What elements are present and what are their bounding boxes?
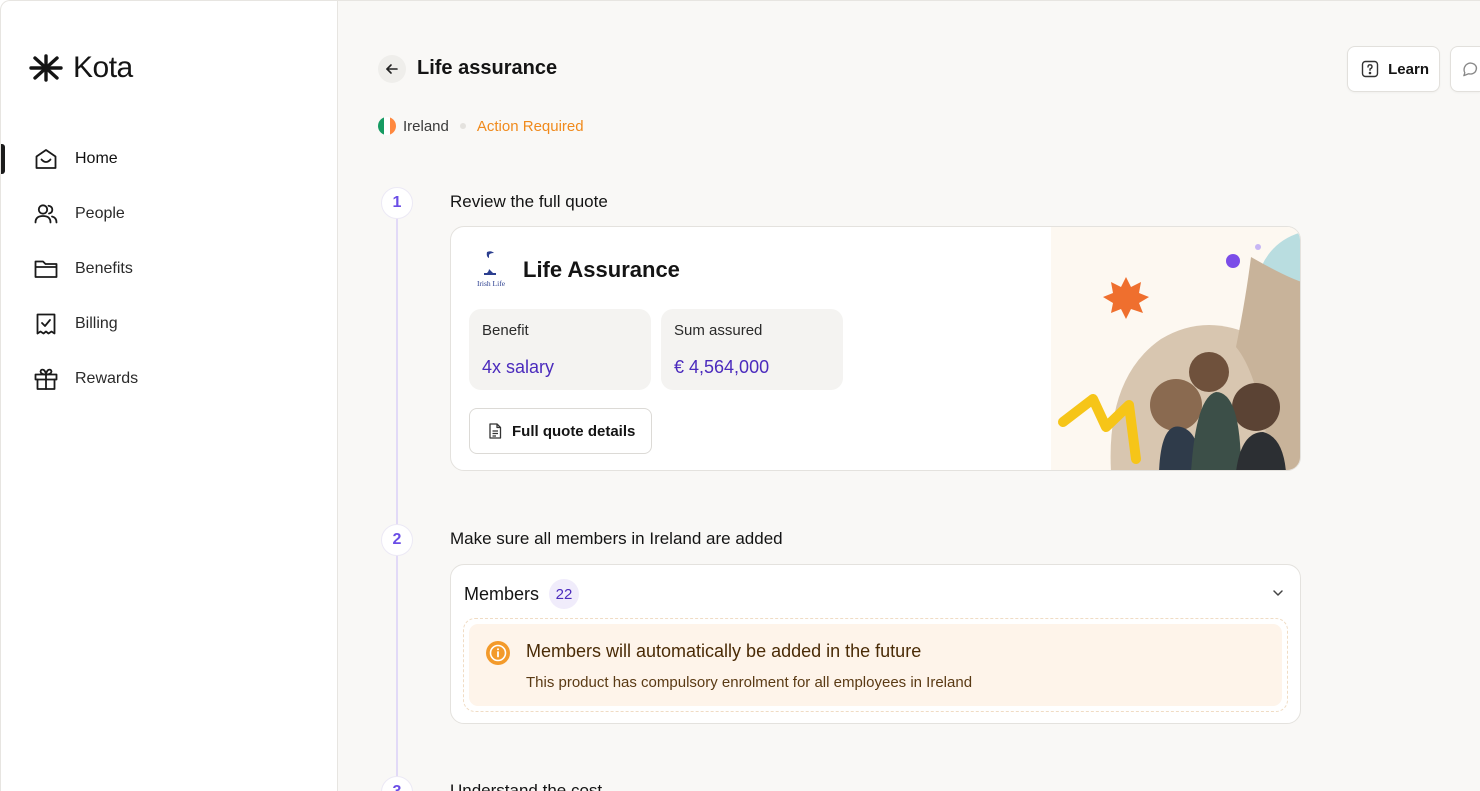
timeline-line — [396, 217, 398, 791]
step-number: 2 — [381, 524, 413, 556]
full-quote-details-label: Full quote details — [512, 422, 636, 440]
sidebar-item-rewards[interactable]: Rewards — [1, 351, 338, 406]
notice-title: Members will automatically be added in t… — [526, 641, 922, 661]
notice-body: Members will automatically be added in t… — [469, 624, 1282, 706]
app-frame: Kota Home People Benefits Billing Reward… — [0, 0, 1480, 791]
status-label: Action Required — [476, 117, 584, 135]
sidebar-item-home[interactable]: Home — [1, 131, 338, 186]
arrow-left-icon — [386, 64, 398, 74]
chat-icon — [1463, 62, 1478, 77]
sidebar-item-label: Home — [75, 149, 118, 167]
svg-text:Irish Life: Irish Life — [477, 279, 506, 288]
separator-dot — [459, 123, 466, 129]
help-icon — [1361, 60, 1379, 78]
sidebar-item-label: People — [75, 204, 125, 222]
sidebar: Kota Home People Benefits Billing Reward… — [0, 0, 338, 791]
step-number: 3 — [381, 776, 413, 791]
sidebar-item-benefits[interactable]: Benefits — [1, 241, 338, 296]
benefit-stat: Benefit 4x salary — [469, 309, 651, 390]
sidebar-nav: Home People Benefits Billing Rewards — [1, 131, 338, 406]
sum-assured-value: € 4,564,000 — [674, 357, 770, 377]
people-icon — [33, 201, 59, 227]
folder-icon — [33, 256, 59, 282]
members-count-badge: 22 — [549, 579, 580, 609]
quote-card: Irish Life Life Assurance Benefit 4x sal… — [450, 226, 1301, 471]
sidebar-item-label: Billing — [75, 314, 118, 332]
home-icon — [33, 146, 59, 172]
hikers-illustration — [1051, 227, 1300, 470]
step-number: 1 — [381, 187, 413, 219]
step-title: Review the full quote — [450, 192, 608, 211]
page-title: Life assurance — [417, 57, 558, 79]
sidebar-item-label: Benefits — [75, 259, 133, 277]
step-title: Make sure all members in Ireland are add… — [450, 529, 783, 548]
top-actions: Learn — [1347, 46, 1480, 92]
learn-button-label: Learn — [1388, 60, 1429, 78]
info-icon — [486, 641, 510, 665]
ireland-flag-icon — [378, 117, 396, 135]
chat-button[interactable] — [1450, 46, 1480, 92]
country-label: Ireland — [403, 117, 449, 135]
kota-logo[interactable]: Kota — [27, 51, 133, 85]
document-icon — [489, 423, 502, 439]
full-quote-details-button[interactable]: Full quote details — [469, 408, 653, 454]
product-meta: Ireland Action Required — [378, 117, 584, 135]
benefit-value: 4x salary — [482, 357, 555, 377]
app-name: Kota — [73, 51, 133, 84]
kota-logo-icon — [29, 54, 63, 82]
learn-button[interactable]: Learn — [1347, 46, 1440, 92]
back-button[interactable] — [378, 55, 406, 83]
sum-assured-label: Sum assured — [674, 322, 763, 339]
sum-assured-stat: Sum assured € 4,564,000 — [661, 309, 843, 390]
sidebar-item-label: Rewards — [75, 369, 139, 387]
notice-text: This product has compulsory enrolment fo… — [526, 674, 973, 691]
sidebar-item-people[interactable]: People — [1, 186, 338, 241]
chevron-down-icon[interactable] — [1270, 585, 1286, 601]
step-title: Understand the cost — [450, 781, 603, 791]
benefit-label: Benefit — [482, 322, 529, 339]
main-content: Life assurance Learn Ireland Action Requ… — [338, 0, 1480, 791]
irish-life-logo: Irish Life — [477, 251, 506, 288]
receipt-icon — [33, 311, 59, 337]
members-card: Members 22 Members will automatically be… — [450, 564, 1301, 724]
members-label: Members — [464, 583, 540, 604]
provider-header: Irish Life Life Assurance — [473, 249, 680, 291]
members-header[interactable]: Members 22 — [464, 579, 580, 609]
sidebar-item-billing[interactable]: Billing — [1, 296, 338, 351]
product-name: Life Assurance — [523, 257, 680, 282]
auto-add-notice: Members will automatically be added in t… — [463, 618, 1288, 712]
gift-icon — [33, 366, 59, 392]
